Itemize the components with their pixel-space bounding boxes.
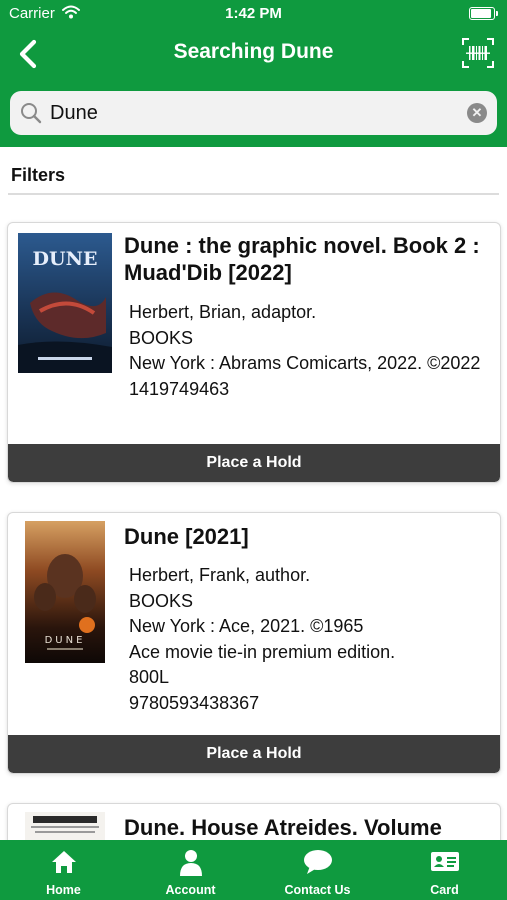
result-isbn: 9780593438367 <box>129 692 260 713</box>
result-card: DUNE Dune : the graphic novel. Book 2 : … <box>7 222 501 483</box>
clear-search-button[interactable]: ✕ <box>467 103 487 123</box>
tab-contact-us[interactable]: Contact Us <box>254 840 381 900</box>
svg-text:DUNE: DUNE <box>33 248 98 270</box>
tab-label: Account <box>165 883 216 897</box>
page-title: Searching Dune <box>173 40 334 63</box>
clear-icon: ✕ <box>471 105 483 120</box>
result-publisher: New York : Ace, 2021. ©1965 <box>129 616 364 636</box>
result-author: Herbert, Frank, author. <box>129 565 311 585</box>
place-hold-button[interactable]: Place a Hold <box>8 444 500 482</box>
tab-label: Card <box>430 883 459 897</box>
result-lexile: 800L <box>129 667 170 687</box>
result-format: BOOKS <box>129 590 194 611</box>
result-card: DUNE Dune [2021] Herbert, Frank, author.… <box>7 512 501 774</box>
book-cover-image: DUNE <box>18 233 112 373</box>
divider <box>8 193 499 195</box>
result-title[interactable]: Dune [2021] <box>124 523 490 550</box>
bottom-tab-bar: Home Account Contact Us Card <box>0 840 507 900</box>
status-time: 1:42 PM <box>225 5 282 22</box>
svg-text:DUNE: DUNE <box>45 635 86 646</box>
tab-account[interactable]: Account <box>127 840 254 900</box>
app-header: Carrier 1:42 PM Searching Dune Dune ✕ <box>0 0 507 147</box>
filters-toggle[interactable]: Filters <box>11 165 65 186</box>
tab-label: Home <box>46 883 81 897</box>
result-details: Herbert, Frank, author. BOOKS New York :… <box>129 563 492 716</box>
search-input[interactable] <box>50 97 460 129</box>
barcode-scan-icon <box>462 38 494 68</box>
filters-bar: Filters <box>0 147 507 201</box>
search-icon <box>21 103 42 124</box>
result-isbn: 1419749463 <box>129 378 230 399</box>
home-icon <box>51 851 76 873</box>
tab-card[interactable]: Card <box>381 840 507 900</box>
result-details: Herbert, Brian, adaptor. BOOKS New York … <box>129 300 492 402</box>
place-hold-button[interactable]: Place a Hold <box>8 735 500 773</box>
result-format: BOOKS <box>129 327 194 348</box>
navigation-bar: Searching Dune <box>0 28 507 80</box>
account-icon <box>179 850 202 876</box>
battery-icon <box>469 7 498 20</box>
search-bar: ✕ <box>10 91 497 135</box>
result-card: Dune. House Atreides. Volume <box>7 803 501 840</box>
tab-label: Contact Us <box>284 883 351 897</box>
book-cover-image <box>25 812 105 840</box>
barcode-scan-button[interactable] <box>461 36 495 70</box>
result-title[interactable]: Dune. House Atreides. Volume <box>124 814 490 840</box>
result-author: Herbert, Brian, adaptor. <box>129 302 317 322</box>
library-card-icon <box>430 852 459 871</box>
chat-bubble-icon <box>303 850 332 874</box>
result-publisher: New York : Abrams Comicarts, 2022. ©2022 <box>129 353 481 373</box>
tab-home[interactable]: Home <box>0 840 127 900</box>
status-bar: Carrier 1:42 PM <box>0 0 507 28</box>
book-cover-image: DUNE <box>25 521 105 663</box>
result-edition: Ace movie tie-in premium edition. <box>129 641 396 662</box>
result-title[interactable]: Dune : the graphic novel. Book 2 : Muad'… <box>124 232 490 286</box>
results-list[interactable]: DUNE Dune : the graphic novel. Book 2 : … <box>0 201 507 840</box>
